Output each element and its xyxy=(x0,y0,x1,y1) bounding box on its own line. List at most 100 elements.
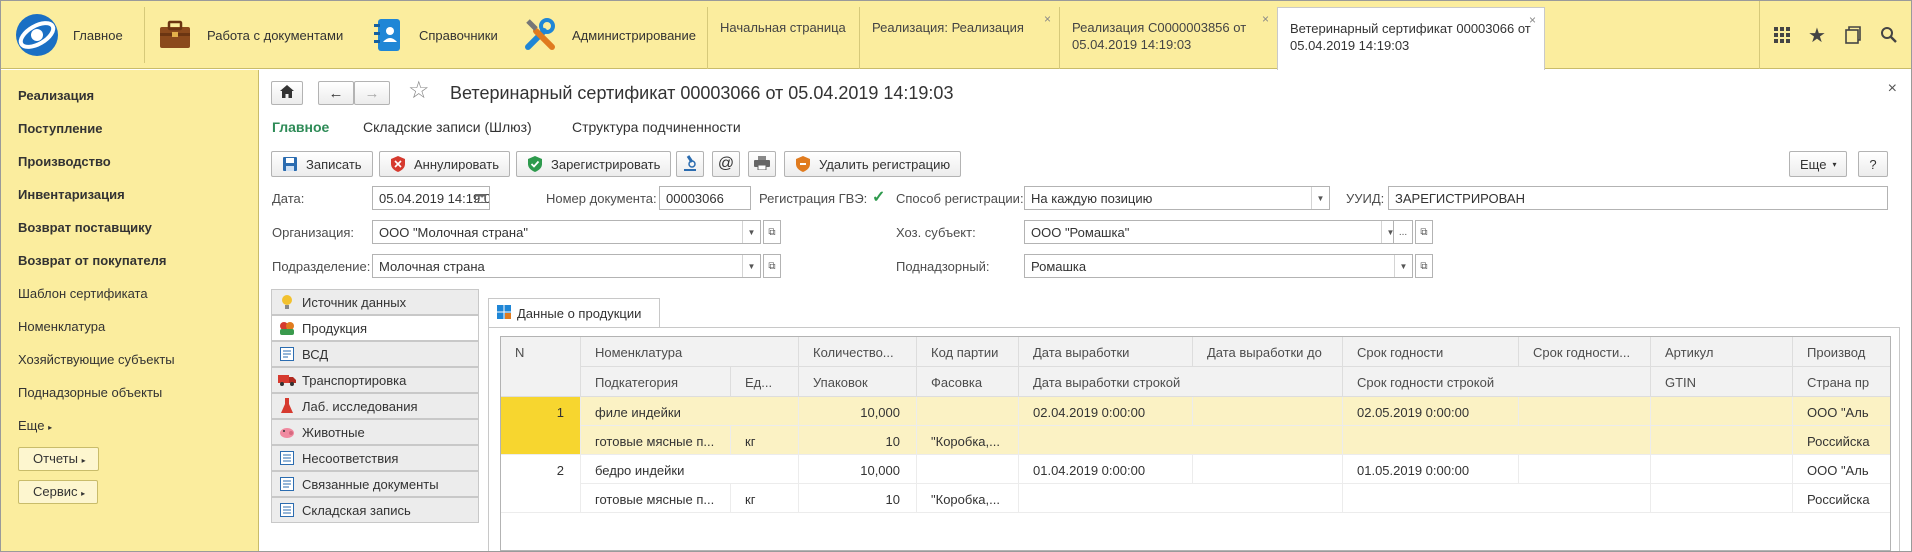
cell-country[interactable]: Российска xyxy=(1793,484,1890,513)
open-subject-icon[interactable]: ⧉ xyxy=(1415,220,1433,244)
microscope-button[interactable] xyxy=(676,151,704,177)
cell-article[interactable] xyxy=(1651,455,1793,484)
cell-gtin[interactable] xyxy=(1651,484,1793,513)
col-header-article[interactable]: Артикул xyxy=(1651,337,1793,367)
nav-warehouse-record[interactable]: Складская запись xyxy=(271,497,479,523)
open-supervised-icon[interactable]: ⧉ xyxy=(1415,254,1433,278)
section-directories[interactable]: Справочники xyxy=(367,1,498,69)
date-field[interactable]: 05.04.2019 14:19:03 xyxy=(372,186,490,210)
org-select[interactable]: ООО "Молочная страна" ▼ xyxy=(372,220,761,244)
gvz-checkbox[interactable]: ✓ xyxy=(872,187,885,207)
select-ellipsis-icon[interactable]: ... xyxy=(1393,220,1413,244)
col-header-batch-code[interactable]: Код партии xyxy=(917,337,1019,367)
service-button[interactable]: Сервис ▸ xyxy=(18,480,99,504)
section-admin[interactable]: Администрирование xyxy=(520,1,696,69)
sidebar-item-supervised-objects[interactable]: Поднадзорные объекты xyxy=(18,385,162,400)
section-documents[interactable]: Работа с документами xyxy=(155,1,343,69)
col-header-packing[interactable]: Фасовка xyxy=(917,367,1019,397)
cell-prod-date-str[interactable] xyxy=(1019,426,1343,455)
reg-method-select[interactable]: На каждую позицию ▼ xyxy=(1024,186,1330,210)
cell-shelf-life-2[interactable] xyxy=(1519,455,1651,484)
cell-unit[interactable]: кг xyxy=(731,426,799,455)
chevron-down-icon[interactable]: ▼ xyxy=(742,221,760,243)
cell-n[interactable]: 1 xyxy=(501,397,581,455)
col-header-prod-date-str[interactable]: Дата выработки строкой xyxy=(1019,367,1343,397)
sidebar-item-business-entities[interactable]: Хозяйствующие субъекты xyxy=(18,352,175,367)
col-header-shelf-life-str[interactable]: Срок годности строкой xyxy=(1343,367,1651,397)
cell-article[interactable] xyxy=(1651,397,1793,426)
cell-packs[interactable]: 10 xyxy=(799,426,917,455)
cell-quantity[interactable]: 10,000 xyxy=(799,455,917,484)
tab-close-icon[interactable]: × xyxy=(1262,11,1269,28)
cell-subcategory[interactable]: готовые мясные п... xyxy=(581,426,731,455)
nav-linked-docs[interactable]: Связанные документы xyxy=(271,471,479,497)
docnum-field[interactable]: 00003066 xyxy=(659,186,751,210)
col-header-country[interactable]: Страна пр xyxy=(1793,367,1890,397)
cell-quantity[interactable]: 10,000 xyxy=(799,397,917,426)
chevron-down-icon[interactable]: ▼ xyxy=(1311,187,1329,209)
subtab-main[interactable]: Главное xyxy=(272,119,329,135)
col-header-producer[interactable]: Производ xyxy=(1793,337,1890,367)
delete-registration-button[interactable]: Удалить регистрацию xyxy=(784,151,962,177)
cell-shelf-life-str[interactable] xyxy=(1343,426,1651,455)
nav-data-source[interactable]: Источник данных xyxy=(271,289,479,315)
sidebar-item-production[interactable]: Производство xyxy=(18,154,111,169)
division-select[interactable]: Молочная страна ▼ xyxy=(372,254,761,278)
cell-nomenclature[interactable]: бедро индейки xyxy=(581,455,799,484)
sidebar-more[interactable]: Еще ▸ xyxy=(18,418,52,433)
chevron-down-icon[interactable]: ▼ xyxy=(1394,255,1412,277)
sidebar-item-return-customer[interactable]: Возврат от покупателя xyxy=(18,253,166,268)
tab-close-icon[interactable]: × xyxy=(1529,12,1536,29)
tab-realization-list[interactable]: Реализация: Реализация × xyxy=(859,7,1059,69)
cell-packs[interactable]: 10 xyxy=(799,484,917,513)
cell-prod-date-str[interactable] xyxy=(1019,484,1343,513)
cell-batch-code[interactable] xyxy=(917,455,1019,484)
cell-subcategory[interactable]: готовые мясные п... xyxy=(581,484,731,513)
nav-mismatches[interactable]: Несоответствия xyxy=(271,445,479,471)
subtab-warehouse-records[interactable]: Складские записи (Шлюз) xyxy=(363,119,532,135)
chevron-down-icon[interactable]: ▼ xyxy=(742,255,760,277)
cell-producer[interactable]: ООО "Аль xyxy=(1793,397,1890,426)
nav-animals[interactable]: Животные xyxy=(271,419,479,445)
open-org-icon[interactable]: ⧉ xyxy=(763,220,781,244)
cell-shelf-life-str[interactable] xyxy=(1343,484,1651,513)
products-table[interactable]: N Номенклатура Количество... Код партии … xyxy=(500,336,1891,551)
open-division-icon[interactable]: ⧉ xyxy=(763,254,781,278)
sidebar-item-certificate-template[interactable]: Шаблон сертификата xyxy=(18,286,148,301)
cell-shelf-life-2[interactable] xyxy=(1519,397,1651,426)
cell-unit[interactable]: кг xyxy=(731,484,799,513)
col-header-prod-date[interactable]: Дата выработки xyxy=(1019,337,1193,367)
nav-transport[interactable]: Транспортировка xyxy=(271,367,479,393)
nav-lab-research[interactable]: Лаб. исследования xyxy=(271,393,479,419)
sidebar-item-receipts[interactable]: Поступление xyxy=(18,121,103,136)
sidebar-item-sales[interactable]: Реализация xyxy=(18,88,94,103)
cell-nomenclature[interactable]: филе индейки xyxy=(581,397,799,426)
forward-button[interactable]: → xyxy=(354,81,390,105)
cell-country[interactable]: Российска xyxy=(1793,426,1890,455)
col-header-gtin[interactable]: GTIN xyxy=(1651,367,1793,397)
uuid-field[interactable]: ЗАРЕГИСТРИРОВАН xyxy=(1388,186,1888,210)
cell-gtin[interactable] xyxy=(1651,426,1793,455)
back-button[interactable]: ← xyxy=(318,81,354,105)
tab-home-page[interactable]: Начальная страница xyxy=(707,7,859,69)
annul-button[interactable]: Аннулировать xyxy=(379,151,510,177)
write-button[interactable]: Записать xyxy=(271,151,373,177)
search-icon[interactable] xyxy=(1867,1,1911,69)
cell-producer[interactable]: ООО "Аль xyxy=(1793,455,1890,484)
supervised-select[interactable]: Ромашка ▼ xyxy=(1024,254,1413,278)
print-button[interactable] xyxy=(748,151,776,177)
tab-product-data[interactable]: Данные о продукции xyxy=(488,298,660,328)
cell-packing[interactable]: "Коробка,... xyxy=(917,426,1019,455)
col-header-subcategory[interactable]: Подкатегория xyxy=(581,367,731,397)
close-form-icon[interactable]: × xyxy=(1888,80,1897,98)
cell-batch-code[interactable] xyxy=(917,397,1019,426)
sidebar-item-inventory[interactable]: Инвентаризация xyxy=(18,187,125,202)
cell-n[interactable]: 2 xyxy=(501,455,581,513)
col-header-n[interactable]: N xyxy=(501,337,581,397)
col-header-prod-date-to[interactable]: Дата выработки до xyxy=(1193,337,1343,367)
sidebar-item-return-supplier[interactable]: Возврат поставщику xyxy=(18,220,152,235)
home-button[interactable] xyxy=(271,81,303,105)
col-header-shelf-life[interactable]: Срок годности xyxy=(1343,337,1519,367)
col-header-packs[interactable]: Упаковок xyxy=(799,367,917,397)
col-header-unit[interactable]: Ед... xyxy=(731,367,799,397)
